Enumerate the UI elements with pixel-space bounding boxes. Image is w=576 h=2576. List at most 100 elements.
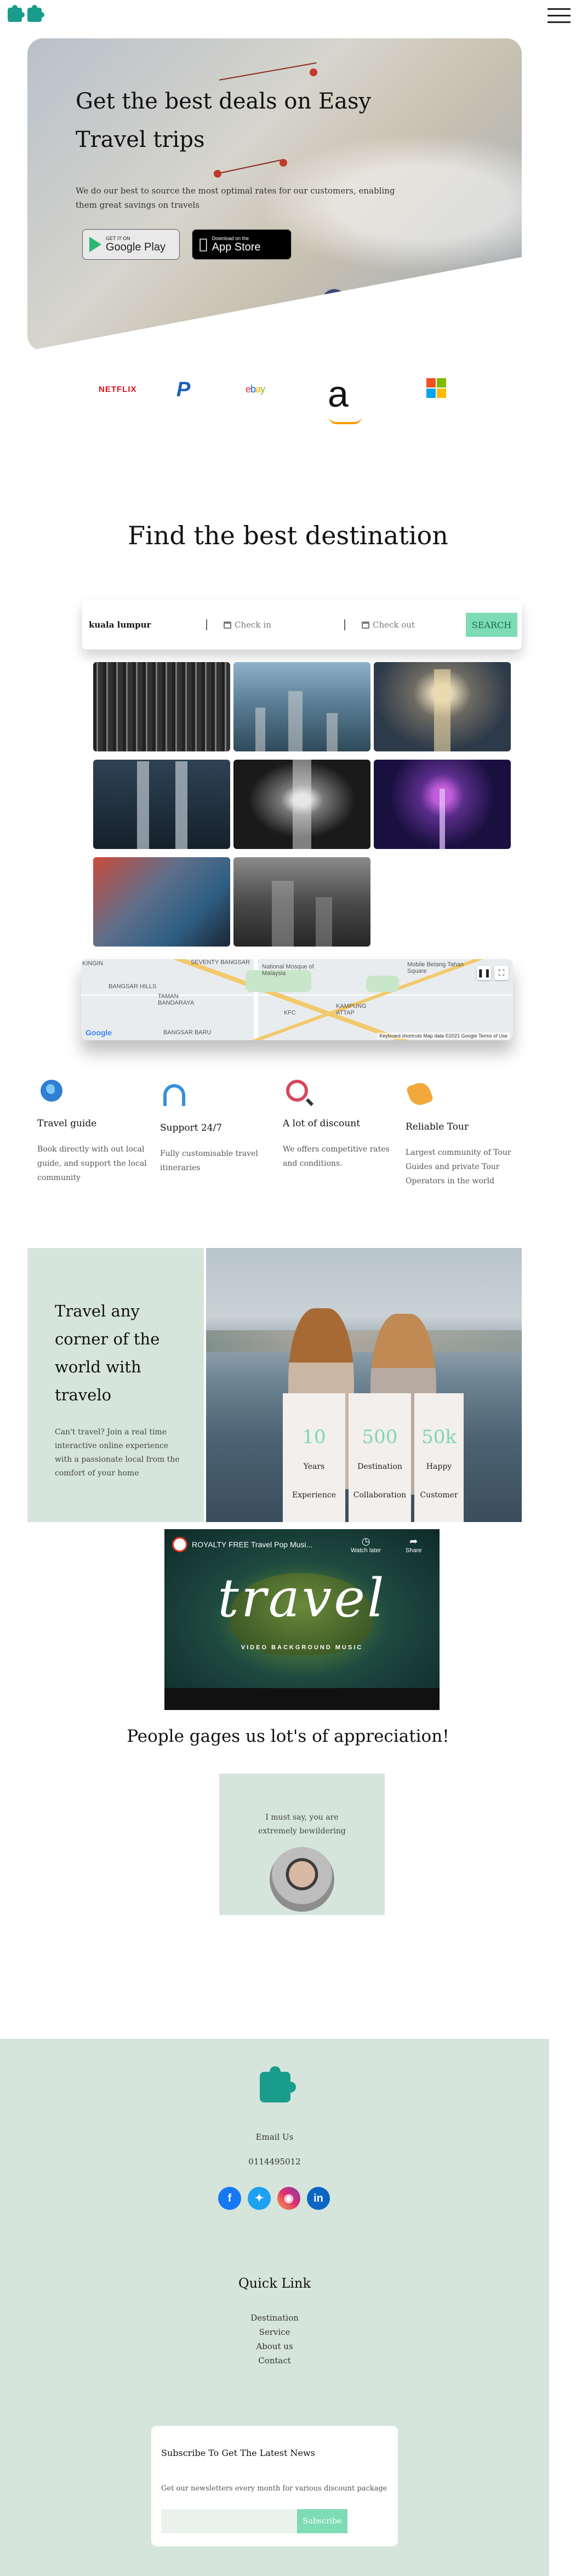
hero-description: We do our best to source the most optima… — [76, 186, 395, 210]
map-attribution[interactable]: Keyboard shortcuts Map data ©2021 Google… — [377, 1033, 510, 1039]
testimonial-quote: I must say, you are extremely bewilderin… — [258, 1813, 346, 1836]
check-out-label: Check out — [373, 620, 415, 630]
stat-card: 10 Years Experience — [283, 1393, 345, 1522]
email-link[interactable]: Email Us — [0, 2132, 549, 2142]
check-in-field[interactable]: Check in — [224, 620, 328, 630]
gallery-photo[interactable] — [93, 760, 230, 849]
map-pause-icon[interactable]: ❚❚ — [477, 966, 491, 980]
instagram-icon[interactable]: ◉ — [277, 2187, 300, 2210]
appreciation-title: People gages us lot's of appreciation! — [127, 1726, 449, 1746]
google-play-icon — [89, 237, 101, 252]
feature-item: Travel guide Book directly with out loca… — [37, 1080, 147, 1188]
feature-title: A lot of discount — [283, 1118, 361, 1129]
feature-title: Reliable Tour — [406, 1121, 469, 1132]
video-subtitle: VIDEO BACKGROUND MUSIC — [241, 1644, 363, 1651]
search-button[interactable]: SEARCH — [466, 613, 517, 637]
gallery-photo[interactable] — [93, 662, 230, 751]
social-links: f ✦ ◉ in — [218, 2187, 330, 2210]
subscribe-text: Get our newsletters every month for vari… — [161, 2484, 387, 2493]
feature-item: Reliable Tour Largest community of Tour … — [406, 1080, 515, 1188]
subscribe-card: Subscribe To Get The Latest News Get our… — [151, 2426, 398, 2546]
share-button[interactable]: ➦ Share — [406, 1536, 421, 1554]
footer-link-about[interactable]: About us — [0, 2339, 549, 2353]
amazon-smile-icon — [329, 417, 362, 424]
hero-title: Get the best deals on Easy Travel trips — [76, 89, 372, 152]
subscribe-email-input[interactable] — [161, 2509, 297, 2533]
destination-input[interactable] — [85, 620, 190, 630]
netflix-logo: NETFLIX — [99, 385, 137, 394]
quick-links: Destination Service About us Contact — [0, 2311, 549, 2368]
app-store-small: Download on the — [203, 236, 249, 241]
stat-label: Destination Collaboration — [353, 1462, 407, 1500]
microsoft-logo — [426, 378, 446, 398]
twitter-icon[interactable]: ✦ — [248, 2187, 271, 2210]
destination-search-bar: Check in Check out SEARCH — [82, 600, 522, 649]
stat-card: 50k Happy Customer — [414, 1393, 464, 1522]
app-store-button[interactable]:  Download on the App Store — [192, 229, 292, 260]
google-play-label: Google Play — [106, 241, 166, 253]
subscribe-title: Subscribe To Get The Latest News — [161, 2448, 315, 2458]
divider — [344, 619, 345, 630]
map-label: KAMPUNG ATTAP — [336, 1003, 367, 1016]
hamburger-icon[interactable] — [548, 5, 571, 25]
gallery-photo[interactable] — [233, 857, 370, 947]
corner-text: Can't travel? Join a real time interacti… — [55, 1428, 180, 1478]
location-map[interactable]: KINGIN SEVENTY BANGSAR BANGSAR HILLS TAM… — [81, 959, 513, 1040]
watch-later-label: Watch later — [351, 1547, 381, 1554]
corner-intro: Travel any corner of the world with trav… — [27, 1248, 204, 1522]
corner-title: Travel any corner of the world with trav… — [55, 1302, 160, 1404]
calendar-icon — [224, 621, 231, 629]
check-out-field[interactable]: Check out — [362, 620, 466, 630]
gallery-photo[interactable] — [233, 662, 370, 751]
google-play-small: GET IT ON — [106, 236, 130, 241]
watch-later-button[interactable]: ◷ Watch later — [351, 1536, 381, 1554]
feature-item: Support 24/7 Fully customisable travel i… — [160, 1080, 270, 1188]
facebook-icon[interactable]: f — [218, 2187, 241, 2210]
gallery-photo[interactable] — [93, 857, 230, 947]
testimonial-card: I must say, you are extremely bewilderin… — [219, 1774, 385, 1915]
site-footer: Email Us 0114495012 f ✦ ◉ in Quick Link … — [0, 2039, 549, 2576]
share-icon: ➦ — [409, 1536, 418, 1547]
clock-icon: ◷ — [361, 1536, 370, 1547]
stat-card: 500 Destination Collaboration — [349, 1393, 411, 1522]
stat-number: 10 — [302, 1426, 326, 1448]
ebay-logo: ebay — [246, 384, 265, 395]
travel-video-player[interactable]: travel VIDEO BACKGROUND MUSIC ROYALTY FR… — [164, 1529, 440, 1710]
check-in-label: Check in — [235, 620, 271, 630]
gallery-photo[interactable] — [374, 760, 511, 849]
map-label: Mobile Betang Tahan Square — [407, 961, 464, 974]
destination-title: Find the best destination — [128, 521, 448, 550]
avatar — [270, 1847, 334, 1912]
gallery-photo[interactable] — [233, 760, 370, 849]
handshake-icon — [406, 1080, 434, 1108]
puzzle-logo-icon — [27, 5, 44, 22]
destination-gallery — [93, 662, 511, 947]
stat-number: 50k — [421, 1426, 457, 1448]
subscribe-form: Subscribe — [161, 2509, 388, 2533]
map-label: SEVENTY BANGSAR — [191, 959, 250, 966]
map-label: BANGSAR BARU — [163, 1029, 212, 1036]
amazon-logo: a — [328, 373, 349, 415]
partner-logos: NETFLIX P ebay a — [0, 373, 576, 433]
feature-text: Book directly with out local guide, and … — [37, 1145, 147, 1182]
video-big-title: travel — [218, 1568, 386, 1629]
subscribe-button[interactable]: Subscribe — [297, 2509, 347, 2533]
linkedin-icon[interactable]: in — [307, 2187, 330, 2210]
gallery-photo[interactable] — [374, 662, 511, 751]
footer-link-service[interactable]: Service — [0, 2325, 549, 2339]
feature-text: Largest community of Tour Guides and pri… — [406, 1148, 511, 1186]
video-title[interactable]: ROYALTY FREE Travel Pop Musi... — [192, 1540, 312, 1549]
fullscreen-icon[interactable]: ⛶ — [494, 966, 509, 980]
video-header[interactable]: ROYALTY FREE Travel Pop Musi... — [172, 1537, 312, 1552]
stat-number: 500 — [362, 1426, 398, 1448]
google-play-button[interactable]: GET IT ON Google Play — [82, 229, 180, 260]
channel-avatar[interactable] — [172, 1537, 187, 1552]
feature-item: A lot of discount We offers competitive … — [283, 1080, 392, 1188]
footer-link-contact[interactable]: Contact — [0, 2353, 549, 2368]
footer-link-destination[interactable]: Destination — [0, 2311, 549, 2325]
quick-link-title: Quick Link — [238, 2276, 311, 2291]
calendar-icon — [362, 621, 369, 629]
puzzle-logo-icon[interactable] — [260, 2066, 296, 2102]
brand-logos[interactable] — [8, 5, 44, 22]
feature-text: We offers competitive rates and conditio… — [283, 1145, 390, 1168]
